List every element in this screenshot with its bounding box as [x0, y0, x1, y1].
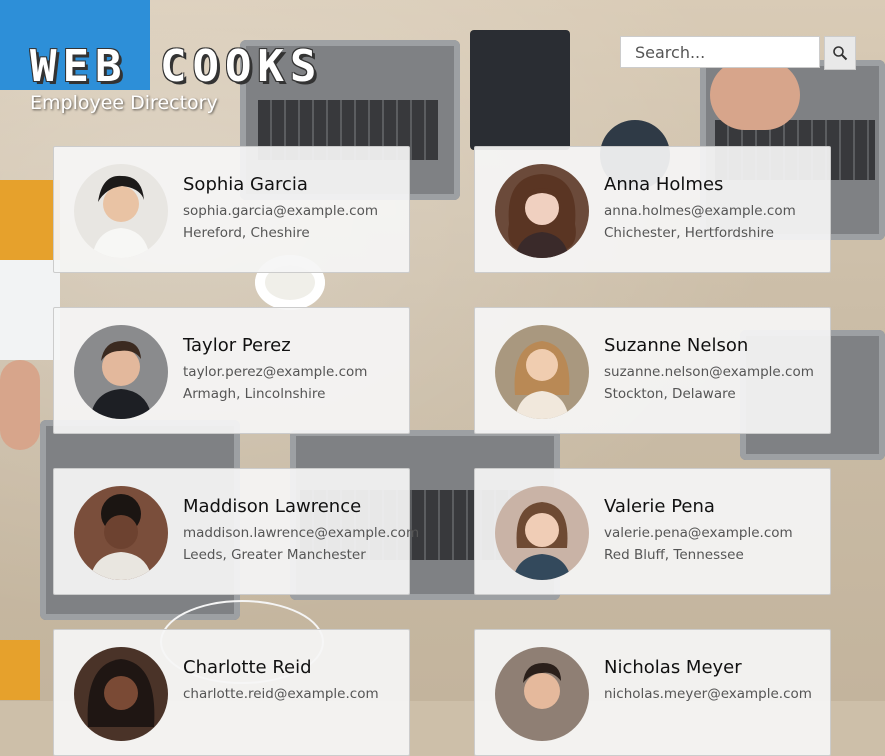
employee-card[interactable]: Nicholas Meyer nicholas.meyer@example.co…	[474, 629, 831, 756]
employee-email: nicholas.meyer@example.com	[604, 686, 812, 702]
employee-name: Nicholas Meyer	[604, 657, 742, 678]
employee-name: Sophia Garcia	[183, 174, 308, 195]
search-icon	[833, 46, 848, 61]
employee-location: Leeds, Greater Manchester	[183, 547, 366, 563]
employee-location: Armagh, Lincolnshire	[183, 386, 326, 402]
page-subtitle: Employee Directory	[30, 92, 218, 114]
employee-name: Suzanne Nelson	[604, 335, 749, 356]
employee-name: Taylor Perez	[183, 335, 291, 356]
employee-email: charlotte.reid@example.com	[183, 686, 379, 702]
employee-location: Stockton, Delaware	[604, 386, 736, 402]
avatar	[495, 164, 589, 258]
employee-location: Red Bluff, Tennessee	[604, 547, 744, 563]
avatar	[74, 164, 168, 258]
avatar	[495, 486, 589, 580]
employee-card[interactable]: Maddison Lawrence maddison.lawrence@exam…	[53, 468, 419, 595]
employee-card[interactable]: Charlotte Reid charlotte.reid@example.co…	[53, 629, 410, 756]
employee-email: anna.holmes@example.com	[604, 203, 796, 219]
employee-card[interactable]: Sophia Garcia sophia.garcia@example.com …	[53, 146, 410, 273]
employee-name: Anna Holmes	[604, 174, 724, 195]
avatar	[74, 647, 168, 741]
search-input[interactable]	[620, 36, 820, 68]
logo: WEB COOKS	[30, 41, 323, 92]
employee-card[interactable]: Valerie Pena valerie.pena@example.com Re…	[474, 468, 831, 595]
employee-card[interactable]: Anna Holmes anna.holmes@example.com Chic…	[474, 146, 831, 273]
employee-card[interactable]: Taylor Perez taylor.perez@example.com Ar…	[53, 307, 410, 434]
avatar	[74, 486, 168, 580]
employee-location: Hereford, Cheshire	[183, 225, 310, 241]
employee-card[interactable]: Suzanne Nelson suzanne.nelson@example.co…	[474, 307, 831, 434]
search-form	[620, 36, 856, 70]
employee-name: Valerie Pena	[604, 496, 715, 517]
employee-location: Chichester, Hertfordshire	[604, 225, 774, 241]
employee-email: maddison.lawrence@example.com	[183, 525, 420, 541]
avatar	[495, 647, 589, 741]
employee-email: suzanne.nelson@example.com	[604, 364, 814, 380]
avatar	[495, 325, 589, 419]
search-button[interactable]	[824, 36, 856, 70]
avatar	[74, 325, 168, 419]
employee-email: taylor.perez@example.com	[183, 364, 368, 380]
employee-name: Charlotte Reid	[183, 657, 312, 678]
employee-name: Maddison Lawrence	[183, 496, 362, 517]
employee-email: sophia.garcia@example.com	[183, 203, 379, 219]
header: WEB COOKS Employee Directory	[30, 41, 323, 115]
employee-email: valerie.pena@example.com	[604, 525, 793, 541]
